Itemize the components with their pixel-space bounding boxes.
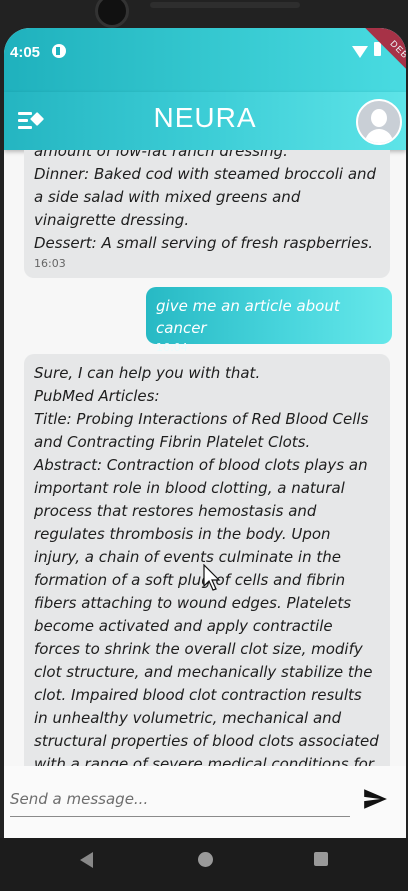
device-frame: 4:05 DEBUG NEURA amount of low-fat ranch… (0, 0, 408, 891)
mouse-cursor-icon (203, 564, 221, 591)
send-icon[interactable] (362, 786, 388, 812)
notification-icon (52, 44, 66, 58)
app-screen: 4:05 DEBUG NEURA amount of low-fat ranch… (4, 28, 406, 838)
bot-message: Sure, I can help you with that. PubMed A… (24, 354, 390, 766)
status-bar: 4:05 DEBUG (4, 28, 406, 101)
app-bar: NEURA (4, 92, 406, 150)
bot-message: amount of low-fat ranch dressing. Dinner… (24, 150, 390, 278)
message-text: amount of low-fat ranch dressing. Dinner… (34, 150, 377, 252)
chat-list[interactable]: amount of low-fat ranch dressing. Dinner… (4, 150, 406, 766)
system-nav-bar (0, 838, 408, 891)
user-message: give me an article about cancer 16:04 (146, 287, 392, 354)
debug-banner: DEBUG (359, 28, 406, 101)
home-icon[interactable] (198, 852, 213, 867)
wifi-icon (352, 46, 368, 58)
message-composer (4, 766, 406, 838)
app-title: NEURA (153, 102, 257, 133)
message-input[interactable] (10, 782, 350, 817)
status-time: 4:05 (10, 44, 41, 61)
back-icon[interactable] (80, 852, 93, 868)
person-icon[interactable] (356, 99, 402, 145)
front-camera (95, 0, 129, 28)
message-time: 16:03 (34, 257, 66, 270)
message-time: 16:04 (156, 341, 188, 354)
message-text: give me an article about cancer (156, 297, 345, 337)
battery-icon (374, 42, 381, 56)
recents-icon[interactable] (314, 852, 328, 866)
earpiece (150, 2, 300, 8)
